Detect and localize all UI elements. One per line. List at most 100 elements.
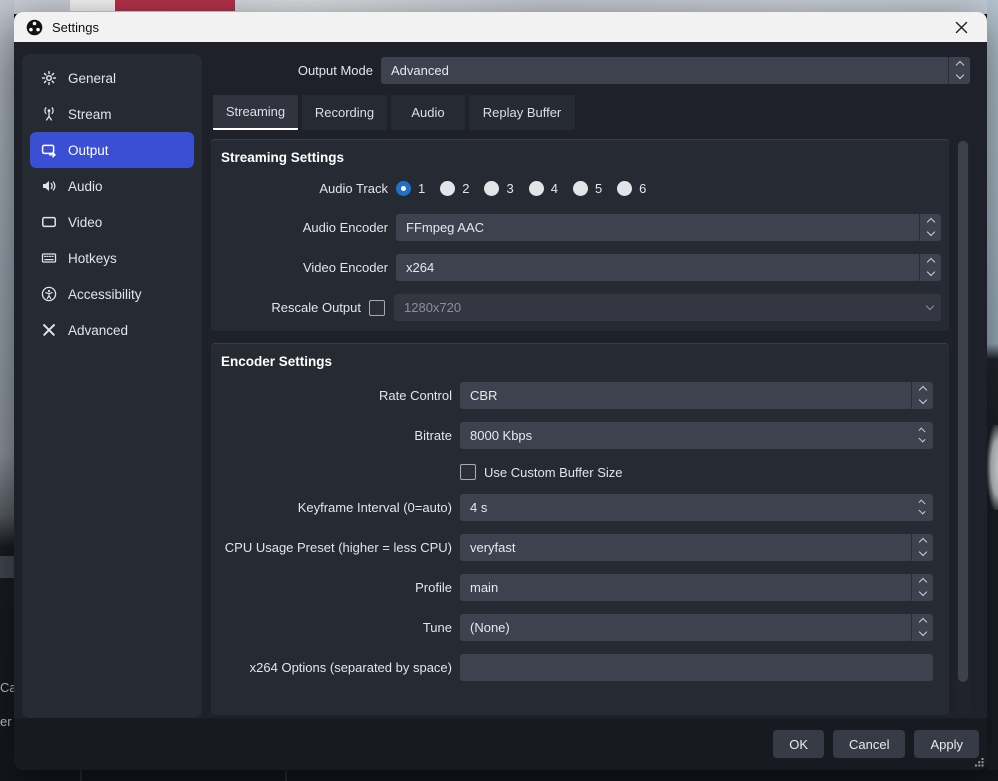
video-encoder-label: Video Encoder [221, 260, 396, 275]
dialog-body: General Stream Output [14, 42, 987, 770]
rate-control-value: CBR [470, 388, 497, 403]
x264-options-input[interactable] [460, 654, 933, 681]
audio-encoder-row: Audio Encoder FFmpeg AAC [221, 214, 949, 241]
tune-value: (None) [470, 620, 510, 635]
tab-recording[interactable]: Recording [302, 95, 387, 130]
dropdown-arrows-icon [911, 534, 933, 561]
x264-options-row: x264 Options (separated by space) [221, 654, 949, 681]
keyframe-interval-spinbox[interactable]: 4 s [460, 494, 933, 521]
radio-label: 4 [551, 181, 558, 196]
radio-icon [529, 181, 544, 196]
video-encoder-value: x264 [406, 260, 434, 275]
sidebar-item-video[interactable]: Video [30, 204, 194, 240]
radio-icon [617, 181, 632, 196]
profile-select[interactable]: main [460, 574, 933, 601]
rescale-resolution-select[interactable]: 1280x720 [394, 294, 941, 321]
radio-icon [484, 181, 499, 196]
rescale-output-checkbox[interactable] [369, 300, 385, 316]
dropdown-arrows-icon [919, 254, 941, 281]
radio-label: 6 [639, 181, 646, 196]
sidebar-item-label: Accessibility [68, 287, 142, 302]
ok-button[interactable]: OK [773, 730, 824, 758]
video-encoder-row: Video Encoder x264 [221, 254, 949, 281]
audio-encoder-select[interactable]: FFmpeg AAC [396, 214, 941, 241]
tune-select[interactable]: (None) [460, 614, 933, 641]
background-right-strip [987, 0, 998, 781]
sidebar-item-accessibility[interactable]: Accessibility [30, 276, 194, 312]
sidebar-item-hotkeys[interactable]: Hotkeys [30, 240, 194, 276]
sidebar-item-stream[interactable]: Stream [30, 96, 194, 132]
custom-buffer-checkbox[interactable] [460, 464, 476, 480]
output-settings-page: Output Mode Advanced Streaming Recording… [202, 42, 987, 718]
audio-track-option-5[interactable]: 5 [573, 181, 602, 196]
radio-label: 5 [595, 181, 602, 196]
background-left-strip [0, 0, 14, 781]
dropdown-arrows-icon [911, 382, 933, 409]
settings-sidebar: General Stream Output [22, 54, 202, 718]
sidebar-item-output[interactable]: Output [30, 132, 194, 168]
keyframe-interval-row: Keyframe Interval (0=auto) 4 s [221, 494, 949, 521]
sidebar-item-advanced[interactable]: Advanced [30, 312, 194, 348]
apply-button[interactable]: Apply [914, 730, 979, 758]
titlebar[interactable]: Settings [14, 12, 987, 42]
scrollbar-thumb[interactable] [958, 141, 968, 682]
radio-icon [440, 181, 455, 196]
dropdown-arrows-icon [919, 214, 941, 241]
video-encoder-select[interactable]: x264 [396, 254, 941, 281]
background-right-highlight [987, 425, 998, 510]
sidebar-item-general[interactable]: General [30, 60, 194, 96]
bitrate-spinbox[interactable]: 8000 Kbps [460, 422, 933, 449]
stream-icon [41, 106, 57, 122]
rescale-output-label: Rescale Output [221, 300, 369, 315]
background-bottom-strip [0, 770, 998, 781]
rate-control-row: Rate Control CBR [221, 382, 949, 409]
gear-icon [41, 70, 57, 86]
background-divider [285, 770, 287, 781]
sidebar-item-label: Video [68, 215, 102, 230]
profile-row: Profile main [221, 574, 949, 601]
sidebar-item-audio[interactable]: Audio [30, 168, 194, 204]
resize-grip-icon[interactable] [974, 757, 984, 767]
rate-control-select[interactable]: CBR [460, 382, 933, 409]
bitrate-label: Bitrate [221, 428, 460, 443]
sidebar-item-label: Stream [68, 107, 112, 122]
cpu-preset-value: veryfast [470, 540, 516, 555]
audio-track-option-4[interactable]: 4 [529, 181, 558, 196]
radio-label: 3 [506, 181, 513, 196]
bitrate-row: Bitrate 8000 Kbps [221, 422, 949, 449]
audio-track-option-1[interactable]: 1 [396, 181, 425, 196]
tab-replay-buffer[interactable]: Replay Buffer [469, 95, 575, 130]
audio-track-option-6[interactable]: 6 [617, 181, 646, 196]
custom-buffer-label: Use Custom Buffer Size [484, 465, 622, 480]
rescale-resolution-value: 1280x720 [404, 300, 461, 315]
encoder-settings-panel: Encoder Settings Rate Control CBR Bitrat… [211, 343, 949, 715]
tab-audio[interactable]: Audio [391, 95, 465, 130]
dropdown-arrows-icon [911, 574, 933, 601]
streaming-settings-title: Streaming Settings [221, 150, 949, 165]
cancel-button[interactable]: Cancel [833, 730, 905, 758]
output-mode-select[interactable]: Advanced [381, 57, 970, 84]
audio-icon [41, 178, 57, 194]
audio-encoder-value: FFmpeg AAC [406, 220, 484, 235]
dropdown-arrow-icon [919, 294, 941, 321]
encoder-settings-title: Encoder Settings [221, 354, 949, 369]
sidebar-item-label: Audio [68, 179, 103, 194]
background-text-fragment: Ca [0, 680, 14, 695]
radio-icon [573, 181, 588, 196]
streaming-settings-panel: Streaming Settings Audio Track 1 2 [211, 139, 949, 331]
video-icon [41, 214, 57, 230]
audio-track-option-2[interactable]: 2 [440, 181, 469, 196]
background-top-white-segment [70, 0, 115, 11]
cpu-preset-row: CPU Usage Preset (higher = less CPU) ver… [221, 534, 949, 561]
audio-encoder-label: Audio Encoder [221, 220, 396, 235]
cpu-preset-select[interactable]: veryfast [460, 534, 933, 561]
sidebar-item-label: Output [68, 143, 109, 158]
keyframe-interval-label: Keyframe Interval (0=auto) [221, 500, 460, 515]
background-divider [80, 770, 82, 781]
settings-scrollbar[interactable] [956, 139, 970, 715]
keyframe-interval-value: 4 s [470, 500, 487, 515]
close-button[interactable] [947, 13, 975, 41]
audio-track-option-3[interactable]: 3 [484, 181, 513, 196]
radio-selected-icon [396, 181, 411, 196]
tab-streaming[interactable]: Streaming [213, 95, 298, 130]
